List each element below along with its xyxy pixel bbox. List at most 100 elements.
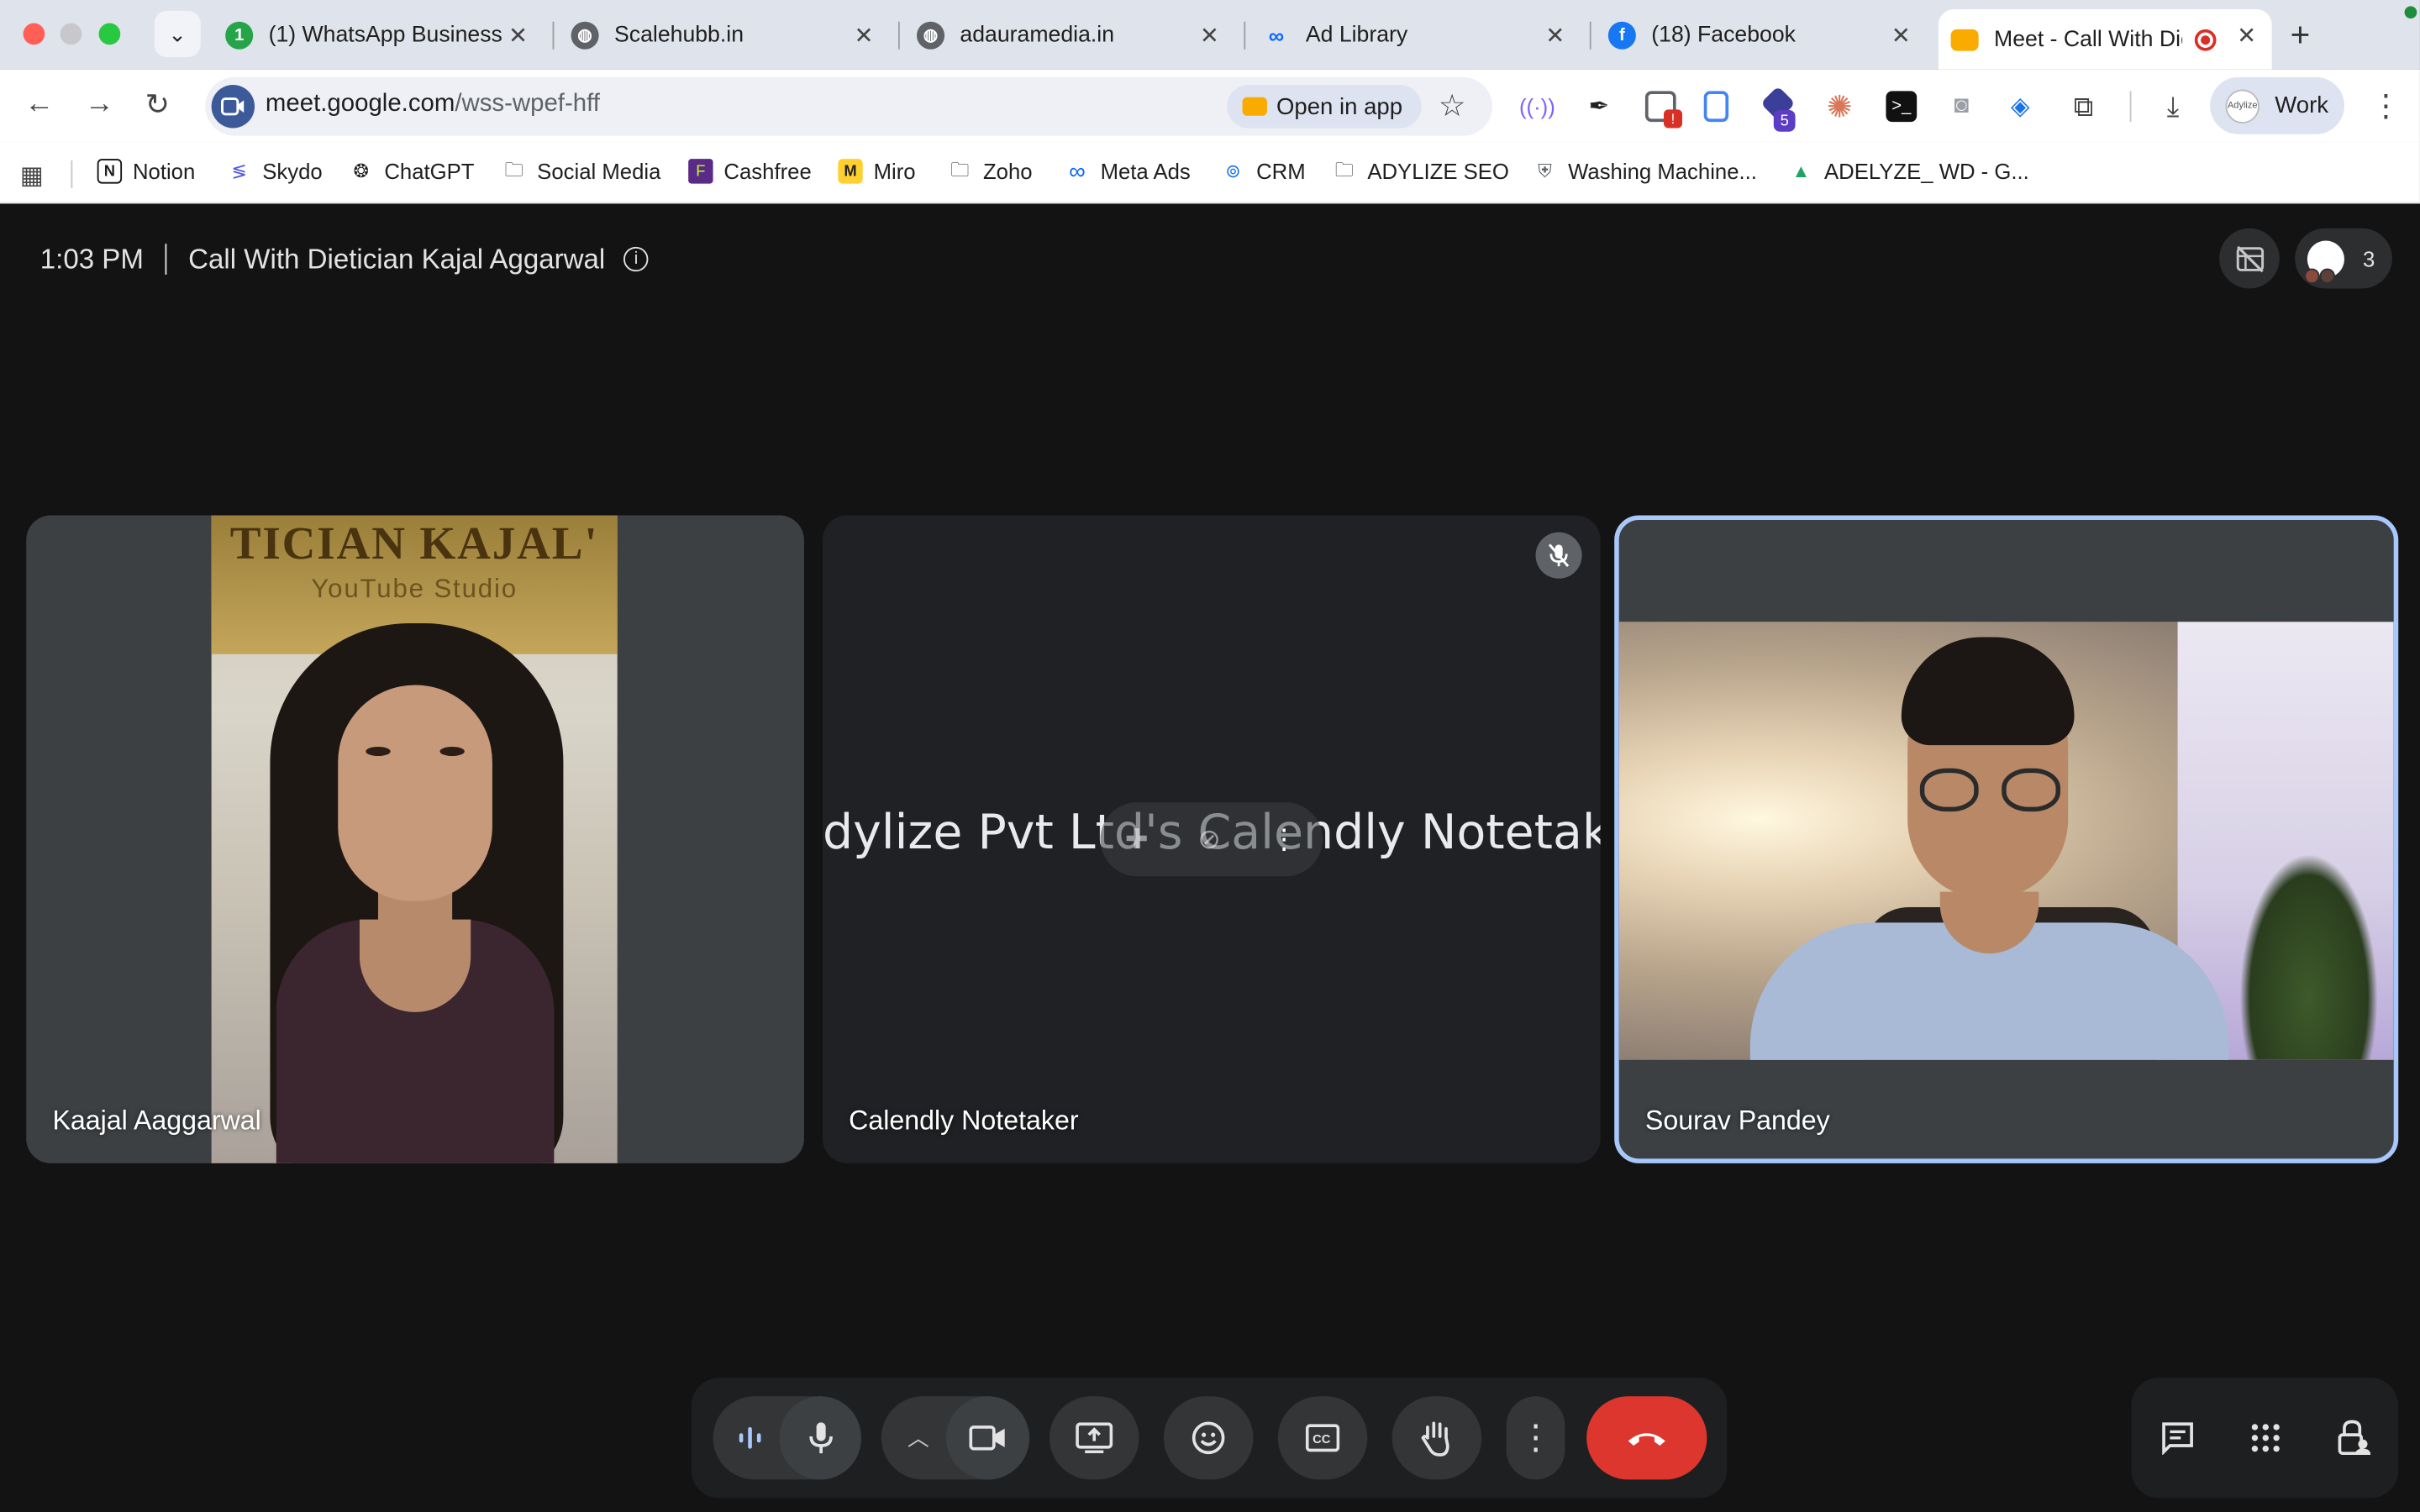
close-tab-icon[interactable]: ✕: [1200, 22, 1219, 50]
close-tab-icon[interactable]: ✕: [1545, 22, 1565, 50]
bookmark-adylize-seo[interactable]: 🗀 ADYLIZE SEO: [1332, 158, 1509, 183]
bookmark-meta-ads[interactable]: ∞ Meta Ads: [1065, 158, 1191, 184]
pin-icon[interactable]: ✚: [1125, 823, 1149, 856]
close-tab-icon[interactable]: ✕: [2237, 22, 2256, 50]
terminal-extension-icon[interactable]: >_: [1886, 91, 1918, 123]
banner-line-1: TICIAN KAJAL': [229, 518, 599, 570]
tab-scalehubb[interactable]: ◍ Scalehubb.in ✕: [562, 9, 889, 60]
mute-participant-icon[interactable]: ⊘: [1197, 823, 1221, 856]
bookmark-miro[interactable]: M Miro: [838, 159, 916, 184]
bookmark-adelyze-wd[interactable]: ▲ ADELYZE_ WD - G...: [1789, 159, 2028, 183]
close-tab-icon[interactable]: ✕: [508, 22, 528, 50]
host-controls-button[interactable]: [2317, 1401, 2391, 1475]
diamond-extension-icon[interactable]: 5: [1760, 86, 1796, 132]
folder-icon: 🗀: [1334, 158, 1354, 180]
bookmark-label: CRM: [1256, 159, 1306, 184]
tab-facebook[interactable]: f (18) Facebook ✕: [1599, 9, 1926, 60]
tab-ad-library[interactable]: ∞ Ad Library ✕: [1253, 9, 1580, 60]
participant-count: 3: [2362, 245, 2375, 271]
participants-button[interactable]: 3: [2295, 228, 2392, 289]
tag-extension-icon[interactable]: ◈: [2005, 91, 2036, 122]
url-path: /wss-wpef-hff: [455, 91, 600, 118]
download-icon[interactable]: ⤓: [2158, 90, 2189, 122]
notion-icon: N: [97, 159, 123, 184]
extensions-puzzle-icon[interactable]: ⧉: [2068, 90, 2099, 122]
video-options-button[interactable]: ︿: [881, 1396, 955, 1479]
participant-name: Kaajal Aaggarwal: [52, 1105, 261, 1136]
tablet-extension-icon[interactable]: [1703, 91, 1729, 123]
minimize-window-button[interactable]: [60, 23, 82, 45]
tab-adauramedia[interactable]: ◍ adauramedia.in ✕: [908, 9, 1234, 60]
call-end-icon: [1628, 1433, 1665, 1446]
video-figure: [1919, 768, 1979, 812]
bookmark-skydo[interactable]: ≶ Skydo: [227, 159, 323, 184]
camera-button[interactable]: [945, 1396, 1030, 1480]
open-in-app-button[interactable]: Open in app: [1227, 85, 1422, 129]
tab-divider: [1244, 21, 1246, 50]
captions-button[interactable]: CC: [1277, 1396, 1368, 1480]
leave-call-button[interactable]: [1586, 1396, 1707, 1480]
bookmark-zoho[interactable]: 🗀 Zoho: [948, 158, 1033, 184]
hide-self-view-button[interactable]: [2219, 228, 2280, 289]
bookmark-notion[interactable]: N Notion: [97, 159, 195, 184]
tab-title: Ad Library: [1305, 22, 1408, 48]
participant-tile-kaajal[interactable]: TICIAN KAJAL' YouTube Studio Kaajal Aagga…: [26, 515, 804, 1163]
screenshot-extension-icon[interactable]: !: [1644, 91, 1683, 129]
close-tab-icon[interactable]: ✕: [854, 22, 873, 50]
bookmarks-divider: [71, 160, 73, 189]
eyedropper-extension-icon[interactable]: ✒: [1583, 91, 1614, 122]
new-tab-button[interactable]: +: [2291, 15, 2311, 55]
bookmark-chatgpt[interactable]: ❂ ChatGPT: [349, 159, 475, 183]
more-options-button[interactable]: ⋮: [1506, 1396, 1565, 1480]
reactions-button[interactable]: [1163, 1396, 1254, 1480]
tab-whatsapp[interactable]: 1 (1) WhatsApp Business ✕: [216, 9, 543, 60]
tab-search-button[interactable]: ⌄: [154, 10, 201, 57]
close-window-button[interactable]: [23, 23, 45, 45]
present-screen-button[interactable]: [1049, 1396, 1139, 1480]
back-button[interactable]: ←: [24, 88, 54, 122]
bookmark-label: Zoho: [982, 159, 1033, 184]
bookmark-star-icon[interactable]: ☆: [1439, 87, 1466, 125]
apps-grid-icon[interactable]: ▦: [20, 160, 44, 192]
tab-strip: ⌄ 1 (1) WhatsApp Business ✕ ◍ Scalehubb.…: [0, 0, 2420, 70]
tab-meet[interactable]: Meet - Call With Die ✕: [1938, 9, 2272, 70]
chat-button[interactable]: [2141, 1401, 2215, 1475]
bookmark-crm[interactable]: ⊚ CRM: [1221, 159, 1306, 184]
google-drive-icon: ▲: [1791, 160, 1811, 182]
raise-hand-button[interactable]: [1392, 1396, 1482, 1480]
info-icon[interactable]: i: [623, 246, 649, 272]
camera-extension-icon[interactable]: ◙: [1946, 91, 1977, 122]
podcast-extension-icon[interactable]: ((·)): [1519, 91, 1555, 122]
participant-tile-calendly[interactable]: dylize Pvt Ltd's Calendly Notetaker ✚ ⊘ …: [822, 515, 1601, 1163]
tab-title: Scalehubb.in: [614, 22, 744, 48]
profile-button[interactable]: Adylize Work: [2210, 76, 2344, 134]
recording-icon: [2194, 28, 2217, 50]
tab-divider: [897, 21, 900, 50]
address-bar[interactable]: meet.google.com/wss-wpef-hff Open in app…: [205, 76, 1493, 136]
forward-button[interactable]: →: [85, 88, 114, 122]
bookmark-cashfree[interactable]: F Cashfree: [688, 159, 812, 184]
microphone-button[interactable]: [779, 1396, 861, 1480]
activities-button[interactable]: [2228, 1401, 2302, 1475]
reload-button[interactable]: ↻: [145, 88, 170, 123]
video-figure: [439, 746, 465, 756]
close-tab-icon[interactable]: ✕: [1891, 22, 1911, 50]
present-icon: [1076, 1422, 1113, 1454]
bookmark-washing-machine[interactable]: ⛨ Washing Machine...: [1533, 159, 1757, 183]
participant-video: [1618, 622, 2394, 1060]
more-options-icon[interactable]: ⋮: [1270, 823, 1298, 856]
bookmark-social-media[interactable]: 🗀 Social Media: [502, 158, 661, 183]
participant-tile-sourav[interactable]: Sourav Pandey: [1614, 515, 2399, 1163]
claude-extension-icon[interactable]: ✺: [1824, 90, 1855, 123]
url-text[interactable]: meet.google.com/wss-wpef-hff: [266, 91, 600, 118]
maximize-window-button[interactable]: [98, 23, 121, 45]
miro-icon: M: [838, 159, 863, 184]
browser-menu-icon[interactable]: ⋮: [2370, 87, 2402, 125]
tab-title: (18) Facebook: [1651, 22, 1797, 48]
site-info-icon[interactable]: [211, 85, 255, 129]
bookmark-label: Skydo: [262, 159, 323, 184]
toolbar-divider: [2129, 91, 2132, 123]
bookmark-label: Washing Machine...: [1568, 159, 1757, 184]
tab-title: Meet - Call With Die: [1994, 27, 2183, 52]
meta-icon: ∞: [1268, 22, 1285, 48]
